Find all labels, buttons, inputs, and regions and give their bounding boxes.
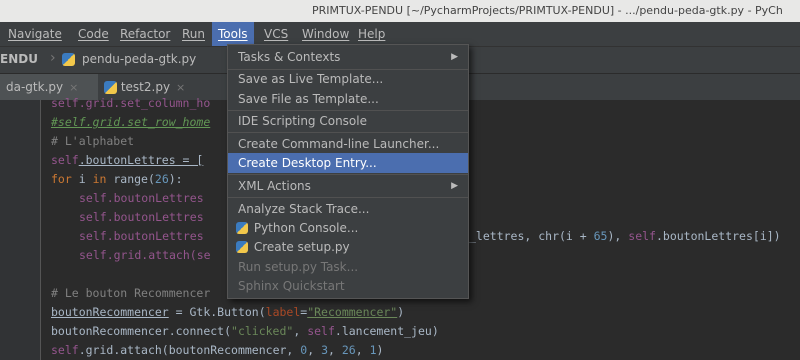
code-line: boutonRecommencer = Gtk.Button(label="Re… xyxy=(51,305,405,319)
menu-item-tasks-contexts[interactable]: Tasks & Contexts ▶ xyxy=(228,47,468,67)
submenu-arrow-icon: ▶ xyxy=(451,181,458,191)
menu-help[interactable]: Help xyxy=(352,22,391,46)
code-line: self.boutonLettres xyxy=(79,229,204,243)
close-icon[interactable]: × xyxy=(69,81,78,94)
code-line: #self.grid.set_row_home xyxy=(51,115,211,129)
menu-item-analyze-stack-trace[interactable]: Analyze Stack Trace... xyxy=(228,199,468,219)
breadcrumb-file[interactable]: pendu-peda-gtk.py xyxy=(82,52,196,66)
menu-separator xyxy=(228,132,468,133)
code-line: self.boutonLettres xyxy=(79,191,204,205)
code-line: # Le bouton Recommencer xyxy=(51,286,211,300)
menu-refactor[interactable]: Refactor xyxy=(114,22,176,46)
code-line: self.boutonLettres xyxy=(79,210,204,224)
menu-window[interactable]: Window xyxy=(296,22,355,46)
code-line: self.boutonLettres = [ xyxy=(51,153,204,167)
chevron-right-icon: › xyxy=(50,50,56,66)
menu-item-sphinx-quickstart: Sphinx Quickstart xyxy=(238,279,345,293)
python-file-icon xyxy=(104,81,117,94)
close-icon[interactable]: × xyxy=(176,81,185,94)
menu-tools[interactable]: Tools xyxy=(212,22,254,46)
code-line: self.grid.set_column_ho xyxy=(51,96,211,110)
menu-separator xyxy=(228,174,468,175)
menu-item-create-setup-py[interactable]: Create setup.py xyxy=(228,237,468,257)
tab-label: da-gtk.py xyxy=(6,80,64,94)
menubar: Navigate Code Refactor Run Tools VCS Win… xyxy=(0,22,800,46)
menu-separator xyxy=(228,197,468,198)
menu-item-create-cli-launcher[interactable]: Create Command-line Launcher... xyxy=(228,134,468,154)
menu-item-save-live-template[interactable]: Save as Live Template... xyxy=(228,69,468,89)
menu-item-create-desktop-entry[interactable]: Create Desktop Entry... xyxy=(228,153,468,173)
menu-item-python-console[interactable]: Python Console... xyxy=(228,218,468,238)
menu-run[interactable]: Run xyxy=(176,22,211,46)
breadcrumb-project[interactable]: ENDU xyxy=(0,52,38,66)
code-line: self.grid.attach(se xyxy=(79,248,211,262)
menu-item-xml-actions[interactable]: XML Actions ▶ xyxy=(228,176,468,196)
submenu-arrow-icon: ▶ xyxy=(451,52,458,62)
menu-item-save-file-template[interactable]: Save File as Template... xyxy=(228,89,468,109)
code-line: for i in range(26): xyxy=(51,172,183,186)
menu-navigate[interactable]: Navigate xyxy=(2,22,68,46)
menu-item-ide-scripting-console[interactable]: IDE Scripting Console xyxy=(228,111,468,131)
python-icon xyxy=(236,221,248,234)
menu-code[interactable]: Code xyxy=(72,22,115,46)
window-titlebar: PRIMTUX-PENDU [~/PycharmProjects/PRIMTUX… xyxy=(0,0,800,22)
code-line: # L'alphabet xyxy=(51,134,135,148)
code-line: boutonRecommencer.connect("clicked", sel… xyxy=(51,324,439,338)
menu-vcs[interactable]: VCS xyxy=(258,22,294,46)
editor-gutter xyxy=(0,100,41,360)
code-line: _lettres, chr(i + 65), self.boutonLettre… xyxy=(469,229,781,243)
tab-label: test2.py xyxy=(120,80,171,94)
code-line: self.grid.attach(boutonRecommencer, 0, 3… xyxy=(51,343,384,357)
tools-menu: Tasks & Contexts ▶ Save as Live Template… xyxy=(227,44,469,299)
python-file-icon xyxy=(62,53,75,66)
menu-item-run-setup-task: Run setup.py Task... xyxy=(238,260,359,274)
python-icon xyxy=(236,240,248,253)
window-title: PRIMTUX-PENDU [~/PycharmProjects/PRIMTUX… xyxy=(312,4,783,17)
